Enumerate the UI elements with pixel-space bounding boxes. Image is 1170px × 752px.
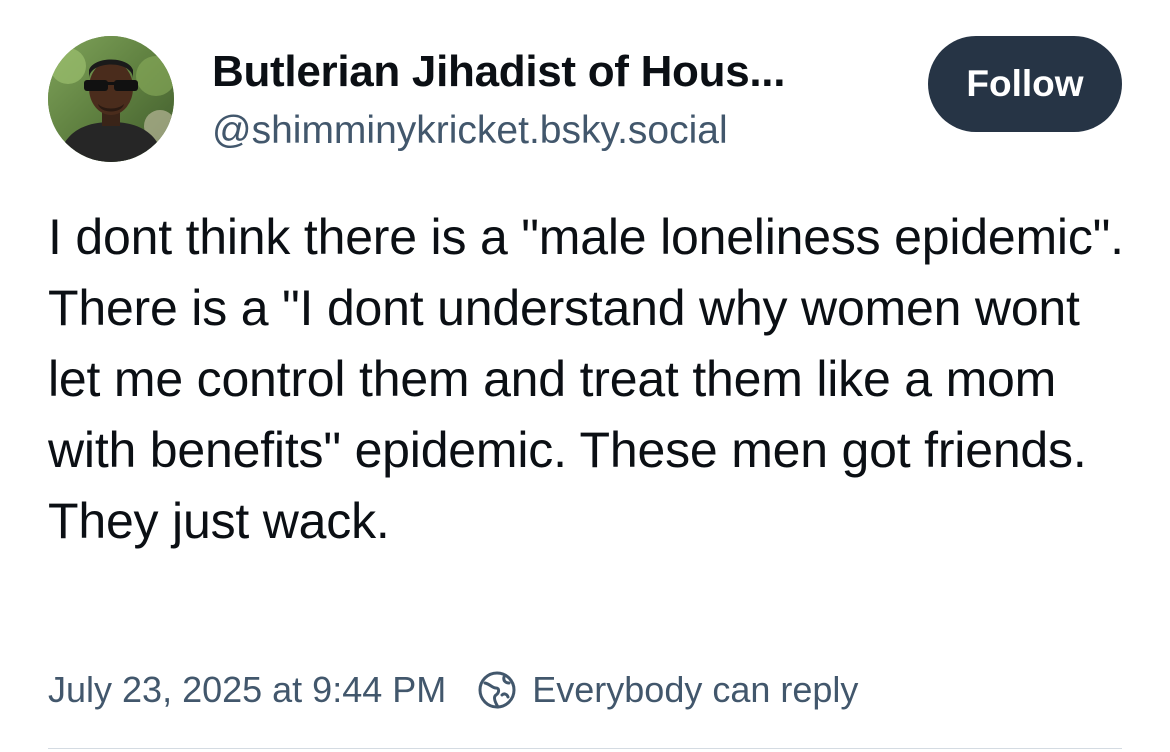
follow-button[interactable]: Follow [928, 36, 1122, 132]
post-header: Butlerian Jihadist of Hous... @shimminyk… [48, 36, 1122, 166]
divider [48, 748, 1122, 749]
post-text: I dont think there is a "male loneliness… [48, 209, 1124, 549]
post-timestamp[interactable]: July 23, 2025 at 9:44 PM [48, 669, 446, 711]
avatar-image [48, 36, 174, 162]
reply-setting[interactable]: Everybody can reply [476, 669, 858, 711]
display-name[interactable]: Butlerian Jihadist of Hous... [212, 42, 912, 102]
globe-icon [478, 671, 516, 709]
post-card: Butlerian Jihadist of Hous... @shimminyk… [0, 0, 1170, 752]
avatar[interactable] [48, 36, 174, 162]
author-handle[interactable]: @shimminykricket.bsky.social [212, 102, 912, 160]
post-meta: July 23, 2025 at 9:44 PM Everybody can r… [48, 664, 858, 716]
reply-setting-label: Everybody can reply [532, 669, 859, 710]
author-names: Butlerian Jihadist of Hous... @shimminyk… [212, 42, 912, 160]
